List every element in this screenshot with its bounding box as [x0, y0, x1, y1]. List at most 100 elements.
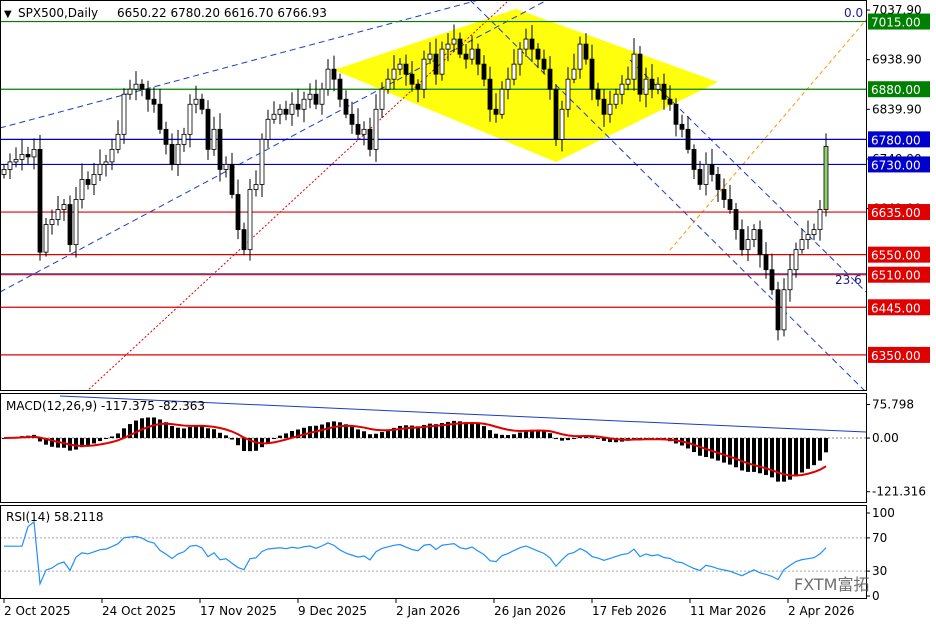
macd-bar: [134, 420, 138, 439]
rsi-line: [4, 520, 827, 587]
candle-body: [451, 38, 457, 45]
candle-body: [583, 43, 589, 60]
candle-body: [79, 179, 85, 200]
trend-line: [669, 19, 866, 251]
macd-bar: [92, 438, 96, 444]
macd-bar: [110, 436, 114, 439]
candle-body: [49, 219, 55, 225]
macd-bar: [518, 432, 522, 439]
level-badge-label: 6510.00: [871, 269, 921, 283]
candle-body: [415, 83, 421, 90]
candle-body: [553, 88, 559, 140]
candle-body: [775, 289, 781, 331]
macd-bar: [596, 438, 600, 440]
candle-body: [631, 53, 637, 80]
candle-body: [733, 209, 739, 230]
macd-bar: [278, 435, 282, 439]
candle-body: [793, 249, 799, 271]
candle-body: [757, 229, 763, 256]
macd-bar: [548, 433, 552, 439]
rsi-pane-border: [0, 505, 867, 599]
macd-bar: [272, 438, 276, 440]
level-badge-label: 6880.00: [871, 83, 921, 97]
rsi-tick-label: 0: [872, 589, 880, 603]
candle-body: [799, 239, 805, 251]
rsi-pane: [0, 520, 866, 587]
macd-bar: [182, 428, 186, 439]
candle-body: [253, 184, 259, 190]
macd-tick-label: -121.316: [872, 485, 926, 499]
macd-bar: [464, 422, 468, 439]
candle-body: [709, 164, 715, 175]
candle-body: [505, 78, 511, 90]
rsi-tick-label: 30: [872, 564, 887, 578]
candle-body: [577, 43, 583, 70]
candle-body: [595, 88, 601, 100]
macd-bar: [566, 438, 570, 441]
level-badge-label: 6730.00: [871, 158, 921, 172]
candle-body: [781, 289, 787, 331]
candle-body: [823, 145, 829, 210]
time-tick-label: 17 Feb 2026: [592, 604, 667, 618]
time-tick-label: 17 Nov 2025: [200, 604, 277, 618]
candle-body: [133, 83, 139, 90]
candle-body: [343, 98, 349, 115]
candle-body: [445, 43, 451, 50]
symbol-label: SPX500,Daily: [18, 6, 98, 20]
macd-bar: [812, 438, 816, 466]
candle-body: [463, 53, 469, 60]
macd-bar: [722, 438, 726, 463]
macd-bar: [752, 438, 756, 472]
macd-bar: [488, 430, 492, 439]
macd-bar: [746, 438, 750, 472]
macd-bar: [542, 430, 546, 439]
candle-body: [559, 108, 565, 140]
candle-body: [649, 78, 655, 90]
macd-bar: [398, 425, 402, 439]
candle-body: [637, 53, 643, 95]
macd-bar: [194, 425, 198, 439]
candle-body: [307, 93, 313, 100]
candle-body: [127, 88, 133, 95]
time-axis: 2 Oct 2025 24 Oct 2025 17 Nov 2025 9 Dec 20…: [3, 599, 855, 618]
macd-bar: [170, 426, 174, 439]
candle-body: [661, 83, 667, 100]
macd-bar: [242, 438, 246, 452]
macd-bar: [740, 438, 744, 471]
candle-body: [547, 68, 553, 90]
candle-body: [565, 78, 571, 110]
candle-body: [397, 63, 403, 70]
candle-body: [283, 108, 289, 115]
macd-bar: [512, 434, 516, 439]
candle-body: [511, 63, 517, 80]
macd-bar: [152, 417, 156, 439]
candle-body: [241, 229, 247, 251]
macd-bar: [776, 438, 780, 482]
candle-body: [325, 68, 331, 90]
macd-bar: [374, 433, 378, 439]
macd-bar: [326, 422, 330, 439]
candle-body: [337, 78, 343, 100]
candle-body: [703, 164, 709, 185]
candle-body: [697, 169, 703, 185]
macd-bar: [554, 438, 558, 440]
collapse-arrow-icon[interactable]: ▼: [4, 9, 12, 20]
candle-body: [331, 68, 337, 80]
macd-bar: [476, 423, 480, 439]
candle-body: [685, 128, 691, 150]
candle-body: [247, 189, 253, 251]
candle-body: [1, 169, 7, 175]
fxtm-watermark: FXTM富拓: [794, 575, 869, 594]
macd-bar: [710, 438, 714, 459]
candle-body: [721, 189, 727, 200]
rsi-label: RSI(14) 58.2118: [6, 510, 104, 524]
candle-body: [67, 204, 73, 246]
candle-body: [739, 229, 745, 251]
candle-body: [367, 128, 373, 150]
candle-body: [613, 93, 619, 105]
candle-body: [601, 98, 607, 115]
level-badge-label: 6350.00: [871, 349, 921, 363]
macd-bar: [302, 427, 306, 439]
candle-body: [589, 58, 595, 90]
macd-tick-label: 0.00: [872, 431, 899, 445]
